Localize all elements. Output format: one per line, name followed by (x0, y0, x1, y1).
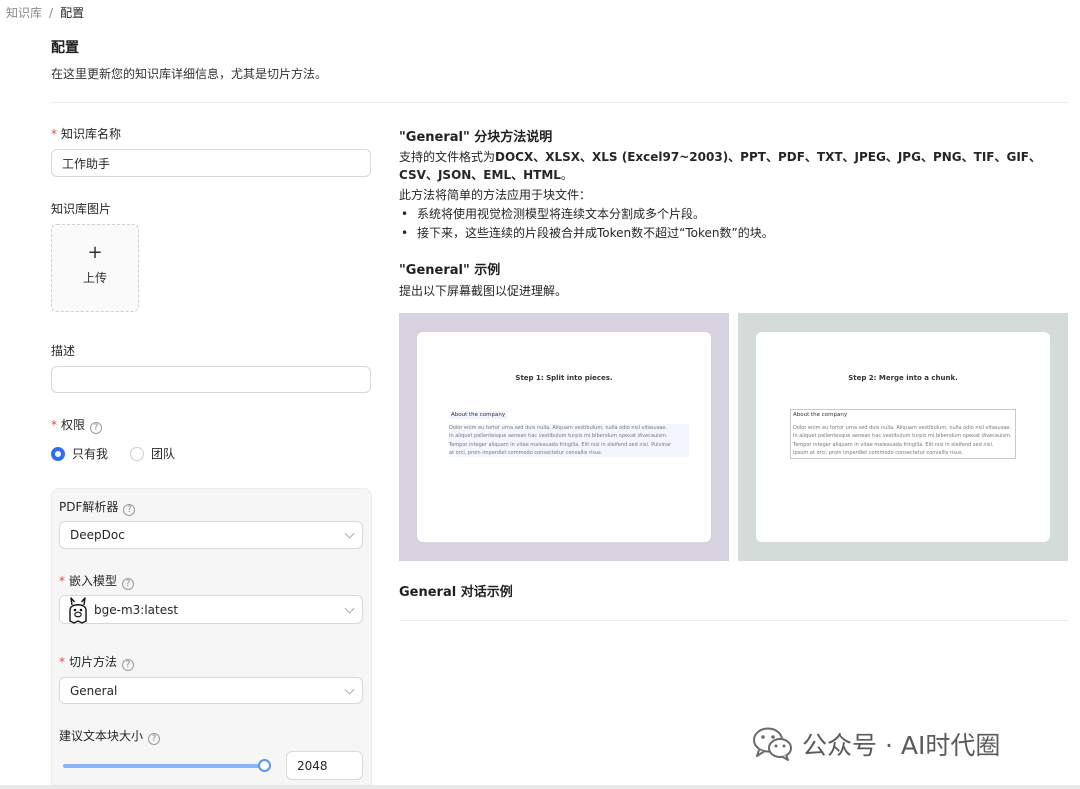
radio-only-me-label[interactable]: 只有我 (72, 445, 108, 462)
pdf-parser-label-text: PDF解析器 (59, 500, 119, 514)
page-title: 配置 (51, 40, 79, 56)
chunk-method-label-text: 切片方法 (69, 655, 118, 669)
kb-name-input[interactable]: 工作助手 (51, 149, 371, 177)
chunk-line: at orci, proin imperdiet commodo consect… (449, 448, 689, 458)
dialog-example-title: General 对话示例 (399, 585, 513, 600)
permission-label: * 权限? (51, 416, 103, 434)
pdf-parser-label: PDF解析器? (59, 498, 136, 516)
chevron-down-icon (344, 528, 355, 539)
list-item: 系统将使用视觉检测模型将连续文本分割成多个片段。 (399, 205, 774, 224)
example-image-merge: Step 2: Merge into a chunk. About the co… (738, 313, 1068, 561)
chunk-method-label: * 切片方法? (59, 653, 135, 671)
chunk-size-slider-track[interactable] (63, 764, 263, 768)
embedding-model-value: bge-m3:latest (94, 602, 179, 617)
watermark-text: 公众号 · AI时代圈 (802, 731, 1001, 760)
permission-label-text: 权限 (61, 418, 86, 432)
help-icon[interactable]: ? (90, 422, 103, 434)
formats-list: DOCX、XLSX、XLS (Excel97~2003)、PPT、PDF、TXT… (399, 150, 1041, 182)
breadcrumb-root[interactable]: 知识库 (6, 6, 42, 20)
plus-icon: + (87, 242, 103, 263)
radio-only-me[interactable] (51, 446, 65, 461)
required-mark: * (59, 574, 65, 588)
chunk-lines: Dolor enim eu tortor urna sed duis nulla… (449, 424, 689, 458)
chunk-title: About the company (793, 412, 848, 418)
image-canvas: Step 2: Merge into a chunk. About the co… (756, 332, 1050, 542)
chunk-line: In aliquet pellentesque aenean hac vesti… (793, 433, 1012, 440)
chunk-size-label-text: 建议文本块大小 (59, 729, 144, 743)
list-item: 接下来，这些连续的片段被合并成Token数不超过“Token数”的块。 (399, 224, 774, 243)
radio-team-label[interactable]: 团队 (151, 445, 175, 462)
wechat-icon (753, 727, 792, 761)
method-intro: 此方法将简单的方法应用于块文件： (399, 188, 592, 202)
breadcrumb-separator: / (49, 6, 54, 20)
image-canvas: Step 1: Split into pieces. About the com… (417, 332, 711, 542)
example-image-split: Step 1: Split into pieces. About the com… (399, 313, 729, 561)
chunk-size-slider-handle[interactable] (258, 759, 271, 772)
chunk-title: About the company (449, 411, 508, 419)
step-caption: Step 2: Merge into a chunk. (848, 374, 958, 382)
help-icon[interactable]: ? (148, 733, 161, 745)
kb-name-label: * 知识库名称 (51, 125, 121, 142)
required-mark: * (51, 127, 57, 141)
page-subtitle: 在这里更新您的知识库详细信息，尤其是切片方法。 (51, 67, 328, 81)
bottom-scrollbar[interactable] (0, 785, 1080, 789)
radio-team[interactable] (130, 446, 145, 461)
chunk-line: Tempor integer aliquam in vitae malesuad… (449, 440, 689, 449)
kb-name-value: 工作助手 (62, 156, 111, 171)
supported-formats-text: 支持的文件格式为DOCX、XLSX、XLS (Excel97~2003)、PPT… (399, 148, 1059, 184)
chunk-size-value: 2048 (297, 758, 328, 773)
chunk-line: In aliquet pellentesque aenean hac vesti… (449, 432, 689, 441)
description-label: 描述 (51, 344, 76, 358)
section-divider (399, 620, 1068, 621)
chunk-size-label: 建议文本块大小? (59, 727, 161, 745)
help-icon[interactable]: ? (122, 578, 135, 590)
formats-suffix: 。 (560, 168, 573, 182)
help-icon[interactable]: ? (122, 659, 135, 671)
chunk-line: Ipsum at orci, proin imperdiet commodo c… (793, 449, 964, 456)
method-description-title: "General" 分块方法说明 (399, 130, 553, 145)
chunk-lines: Dolor enim eu tortor urna sed duis nulla… (793, 424, 1015, 457)
description-input[interactable] (51, 366, 371, 393)
chunk-method-value: General (70, 683, 118, 698)
ollama-llama-icon (69, 596, 87, 624)
help-icon[interactable]: ? (123, 504, 136, 516)
kb-name-label-text: 知识库名称 (61, 127, 122, 141)
chunk-size-input[interactable]: 2048 (286, 751, 363, 780)
chunk-method-select[interactable]: General (59, 677, 363, 704)
example-description: 提出以下屏幕截图以促进理解。 (399, 284, 568, 298)
breadcrumb: 知识库 / 配置 (6, 4, 84, 21)
pdf-parser-select[interactable]: DeepDoc (59, 521, 363, 549)
kb-image-label: 知识库图片 (51, 202, 112, 216)
chevron-down-icon (344, 684, 355, 695)
embedding-model-select[interactable]: bge-m3:latest (59, 595, 363, 624)
pdf-parser-value: DeepDoc (70, 528, 125, 542)
chunk-line: Tempor integer aliquam in vitae malesuad… (793, 441, 994, 448)
chunk-line: Dolor enim eu tortor urna sed duis nulla… (449, 424, 689, 433)
required-mark: * (51, 418, 57, 432)
method-bullets: 系统将使用视觉检测模型将连续文本分割成多个片段。 接下来，这些连续的片段被合并成… (399, 205, 774, 243)
step-caption: Step 1: Split into pieces. (515, 374, 613, 382)
embedding-model-label: * 嵌入模型? (59, 572, 135, 590)
chevron-down-icon (344, 603, 355, 614)
permission-radio-group: 只有我 团队 (51, 445, 175, 462)
embedding-model-label-text: 嵌入模型 (69, 574, 118, 588)
watermark: 公众号 · AI时代圈 (752, 726, 1000, 762)
image-upload-button[interactable]: + 上传 (51, 224, 139, 312)
header-divider (51, 102, 1068, 103)
chunk-line: Dolor enim eu tortor urna sed duis nulla… (793, 425, 1012, 431)
breadcrumb-current: 配置 (60, 6, 85, 20)
upload-label: 上传 (82, 271, 107, 285)
example-title: "General" 示例 (399, 263, 501, 278)
formats-prefix: 支持的文件格式为 (399, 150, 496, 164)
required-mark: * (59, 655, 65, 669)
